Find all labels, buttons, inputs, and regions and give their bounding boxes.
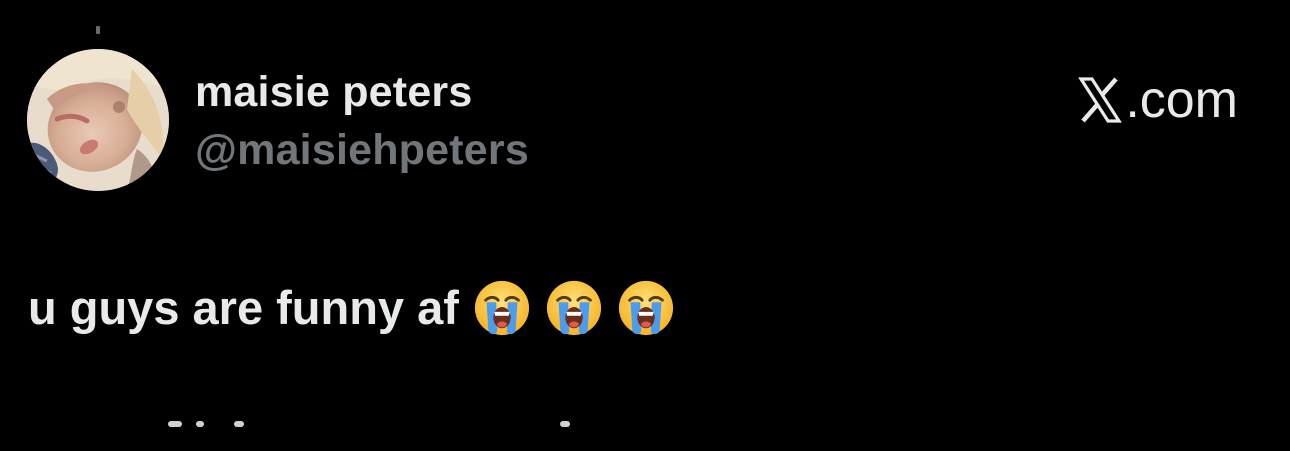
tweet-text: u guys are funny af bbox=[28, 281, 459, 334]
cropped-next-line bbox=[0, 421, 1290, 451]
stray-mark bbox=[96, 26, 100, 34]
brand-watermark: .com bbox=[1078, 70, 1238, 130]
tweet-body: u guys are funny af bbox=[28, 278, 675, 338]
loudly-crying-face-icon bbox=[473, 279, 531, 337]
brand-domain: .com bbox=[1125, 71, 1238, 129]
avatar-photo bbox=[27, 49, 169, 191]
author-names: maisie peters @maisiehpeters bbox=[195, 66, 529, 176]
avatar[interactable] bbox=[27, 49, 169, 191]
loudly-crying-face-icon bbox=[617, 279, 675, 337]
user-handle[interactable]: @maisiehpeters bbox=[195, 124, 529, 176]
loudly-crying-face-icon bbox=[545, 279, 603, 337]
display-name[interactable]: maisie peters bbox=[195, 66, 529, 118]
x-logo-icon bbox=[1078, 76, 1123, 124]
